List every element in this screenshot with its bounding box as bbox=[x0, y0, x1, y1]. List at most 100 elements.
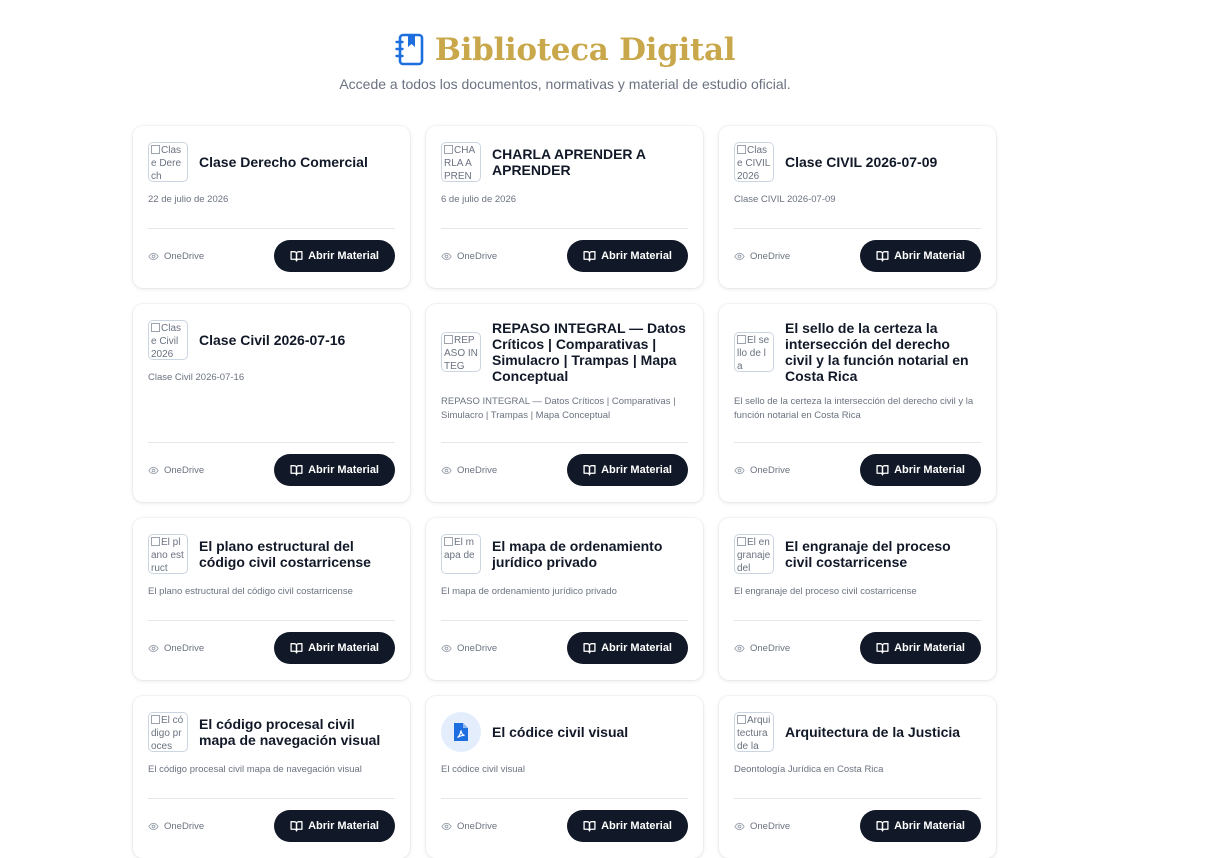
open-book-icon bbox=[290, 250, 303, 262]
open-material-button[interactable]: Abrir Material bbox=[860, 240, 981, 272]
materials-grid: Clase Derech Clase Derecho Comercial 22 … bbox=[133, 126, 996, 858]
source-label: OneDrive bbox=[734, 643, 790, 654]
card-footer: OneDrive Abrir Material bbox=[734, 798, 981, 842]
eye-icon bbox=[148, 465, 159, 476]
card-description: Clase Civil 2026-07-16 bbox=[148, 372, 245, 383]
open-material-label: Abrir Material bbox=[601, 642, 672, 654]
open-material-label: Abrir Material bbox=[308, 464, 379, 476]
eye-icon bbox=[734, 251, 745, 262]
card-description: El códice civil visual bbox=[441, 764, 525, 775]
material-card: El códice civil visual El códice civil v… bbox=[426, 696, 703, 858]
source-label: OneDrive bbox=[148, 465, 204, 476]
source-text: OneDrive bbox=[457, 250, 498, 262]
card-footer: OneDrive Abrir Material bbox=[441, 798, 688, 842]
eye-icon bbox=[441, 465, 452, 476]
source-label: OneDrive bbox=[148, 821, 204, 832]
card-header: El sello de la El sello de la certeza la… bbox=[734, 320, 981, 384]
card-header: REPASO INTEG REPASO INTEGRAL — Datos Crí… bbox=[441, 320, 688, 384]
open-material-label: Abrir Material bbox=[894, 250, 965, 262]
eye-icon bbox=[441, 821, 452, 832]
card-title: El engranaje del proceso civil costarric… bbox=[785, 538, 951, 570]
card-description: 22 de julio de 2026 bbox=[148, 194, 229, 205]
card-header: El engranaje del El engranaje del proces… bbox=[734, 534, 981, 574]
card-header: Clase CIVIL 2026 Clase CIVIL 2026-07-09 bbox=[734, 142, 981, 182]
source-text: OneDrive bbox=[457, 642, 498, 654]
card-header: El código proces El código procesal civi… bbox=[148, 712, 395, 752]
material-card: CHARLA APREN CHARLA APRENDER A APRENDER … bbox=[426, 126, 703, 288]
eye-icon bbox=[148, 643, 159, 654]
material-card: El mapa de El mapa de ordenamiento juríd… bbox=[426, 518, 703, 680]
card-description: REPASO INTEGRAL — Datos Críticos | Compa… bbox=[441, 396, 676, 421]
open-book-icon bbox=[290, 820, 303, 832]
card-thumbnail: Arquitectura de la bbox=[734, 712, 774, 752]
open-material-button[interactable]: Abrir Material bbox=[567, 454, 688, 486]
open-material-button[interactable]: Abrir Material bbox=[274, 810, 395, 842]
title-row: Biblioteca Digital bbox=[0, 30, 1130, 70]
card-thumbnail: Clase Derech bbox=[148, 142, 188, 182]
open-material-button[interactable]: Abrir Material bbox=[274, 240, 395, 272]
card-description: 6 de julio de 2026 bbox=[441, 194, 517, 205]
card-thumbnail: CHARLA APREN bbox=[441, 142, 481, 182]
card-footer: OneDrive Abrir Material bbox=[734, 620, 981, 664]
card-footer: OneDrive Abrir Material bbox=[148, 442, 395, 486]
eye-icon bbox=[148, 821, 159, 832]
card-thumbnail: Clase CIVIL 2026 bbox=[734, 142, 774, 182]
card-footer: OneDrive Abrir Material bbox=[734, 228, 981, 272]
card-title: REPASO INTEGRAL — Datos Críticos | Compa… bbox=[492, 320, 686, 384]
material-card: Clase Civil 2026 Clase Civil 2026-07-16 … bbox=[133, 304, 410, 502]
open-material-label: Abrir Material bbox=[308, 250, 379, 262]
eye-icon bbox=[734, 465, 745, 476]
card-thumbnail: El engranaje del bbox=[734, 534, 774, 574]
card-footer: OneDrive Abrir Material bbox=[734, 442, 981, 486]
card-description: El mapa de ordenamiento jurídico privado bbox=[441, 586, 617, 597]
card-title: Arquitectura de la Justicia bbox=[785, 724, 961, 740]
card-description: Clase CIVIL 2026-07-09 bbox=[734, 194, 836, 205]
source-label: OneDrive bbox=[148, 643, 204, 654]
open-material-button[interactable]: Abrir Material bbox=[860, 454, 981, 486]
open-material-button[interactable]: Abrir Material bbox=[274, 632, 395, 664]
source-label: OneDrive bbox=[734, 465, 790, 476]
source-text: OneDrive bbox=[164, 464, 205, 476]
open-material-label: Abrir Material bbox=[308, 642, 379, 654]
source-text: OneDrive bbox=[164, 250, 205, 262]
card-title: El código procesal civil mapa de navegac… bbox=[199, 716, 381, 748]
card-header: Clase Derech Clase Derecho Comercial bbox=[148, 142, 395, 182]
material-card: Clase Derech Clase Derecho Comercial 22 … bbox=[133, 126, 410, 288]
open-material-label: Abrir Material bbox=[894, 464, 965, 476]
card-footer: OneDrive Abrir Material bbox=[441, 228, 688, 272]
open-material-label: Abrir Material bbox=[601, 820, 672, 832]
open-book-icon bbox=[290, 464, 303, 476]
card-thumbnail: El plano estruct bbox=[148, 534, 188, 574]
card-title: El plano estructural del código civil co… bbox=[199, 538, 371, 570]
card-title: El códice civil visual bbox=[492, 724, 629, 740]
material-card: REPASO INTEG REPASO INTEGRAL — Datos Crí… bbox=[426, 304, 703, 502]
source-label: OneDrive bbox=[734, 821, 790, 832]
open-material-button[interactable]: Abrir Material bbox=[860, 632, 981, 664]
open-material-button[interactable]: Abrir Material bbox=[567, 240, 688, 272]
card-header: CHARLA APREN CHARLA APRENDER A APRENDER bbox=[441, 142, 688, 182]
card-footer: OneDrive Abrir Material bbox=[148, 228, 395, 272]
source-label: OneDrive bbox=[441, 643, 497, 654]
open-material-label: Abrir Material bbox=[601, 250, 672, 262]
card-thumbnail: Clase Civil 2026 bbox=[148, 320, 188, 360]
card-footer: OneDrive Abrir Material bbox=[441, 442, 688, 486]
material-card: El plano estruct El plano estructural de… bbox=[133, 518, 410, 680]
open-book-icon bbox=[876, 820, 889, 832]
open-material-button[interactable]: Abrir Material bbox=[567, 810, 688, 842]
source-text: OneDrive bbox=[164, 642, 205, 654]
card-thumbnail: El sello de la bbox=[734, 332, 774, 372]
open-material-button[interactable]: Abrir Material bbox=[567, 632, 688, 664]
card-thumbnail: El mapa de bbox=[441, 534, 481, 574]
source-label: OneDrive bbox=[441, 821, 497, 832]
source-label: OneDrive bbox=[734, 251, 790, 262]
source-label: OneDrive bbox=[441, 465, 497, 476]
material-card: El código proces El código procesal civi… bbox=[133, 696, 410, 858]
card-description: Deontología Jurídica en Costa Rica bbox=[734, 764, 884, 775]
pdf-file-icon bbox=[441, 712, 481, 752]
open-book-icon bbox=[583, 820, 596, 832]
source-text: OneDrive bbox=[164, 820, 205, 832]
card-footer: OneDrive Abrir Material bbox=[148, 620, 395, 664]
open-material-button[interactable]: Abrir Material bbox=[274, 454, 395, 486]
open-material-button[interactable]: Abrir Material bbox=[860, 810, 981, 842]
card-description: El sello de la certeza la intersección d… bbox=[734, 396, 974, 421]
